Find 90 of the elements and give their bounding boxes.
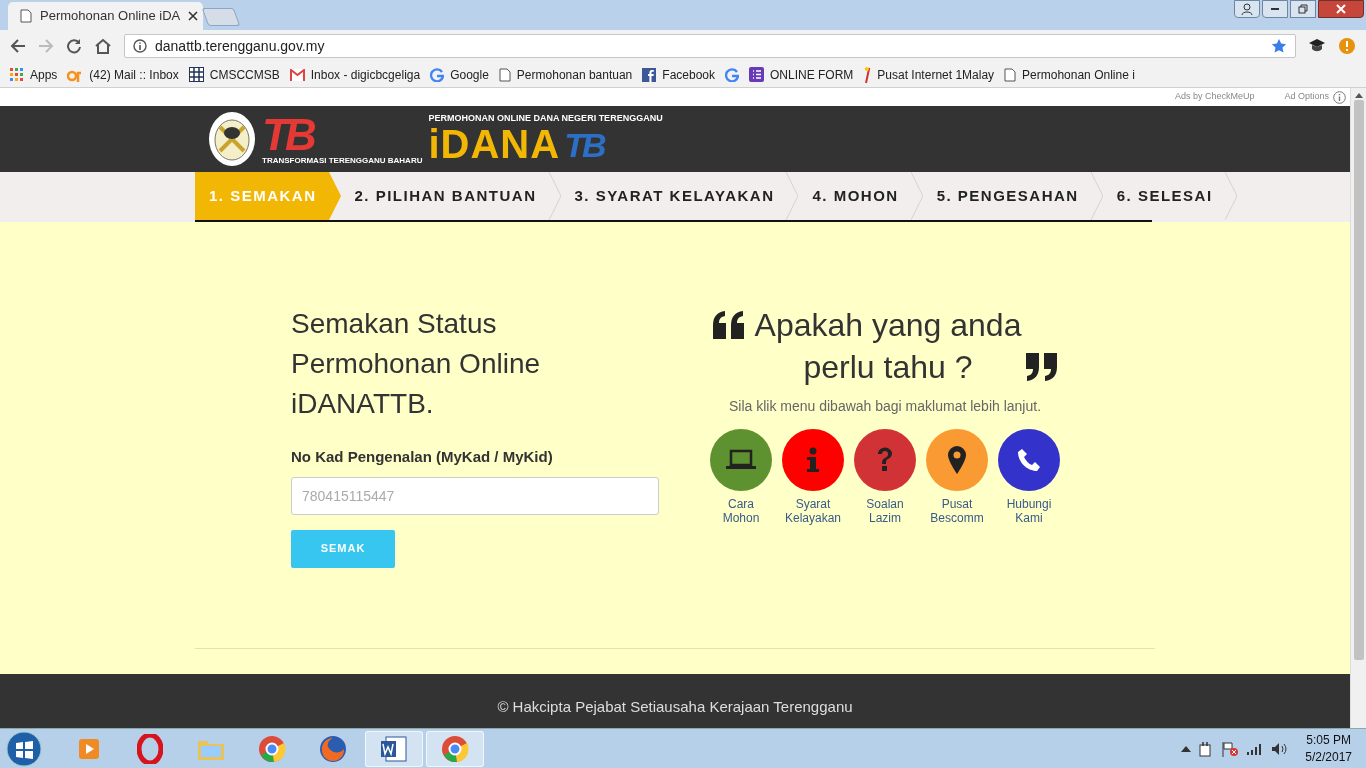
ad-label: Ads by CheckMeUp [1174, 90, 1255, 104]
word-icon[interactable] [365, 730, 423, 767]
star-icon[interactable] [1271, 38, 1287, 54]
site-title: iDANA [428, 122, 561, 165]
signal-icon[interactable] [1247, 742, 1264, 755]
close-icon[interactable] [188, 11, 199, 21]
speaker-icon[interactable] [1271, 741, 1290, 756]
bookmark[interactable]: Permohonan Online i [1004, 65, 1135, 84]
close-icon [1336, 4, 1346, 14]
person-icon [1241, 3, 1253, 15]
id-number-field[interactable]: 780415115447 [291, 476, 659, 515]
step-tab[interactable]: 3. SYARAT KELAYAKAN [560, 172, 787, 220]
open-quote-icon [713, 311, 745, 339]
show-hidden-icons-arrow-icon[interactable] [1181, 745, 1192, 752]
url-text: danattb.terengganu.gov.my [155, 36, 326, 56]
info-icon [805, 447, 821, 473]
form-heading: Semakan Status Permohonan Online iDANATTB. [291, 307, 542, 421]
page-icon [20, 9, 32, 23]
bookmark[interactable]: Inbox - digicbcgeliga [289, 65, 421, 84]
bookmark[interactable]: Pusat Internet 1Malay [863, 65, 995, 84]
map-pin-icon [948, 446, 966, 474]
menu-link[interactable]: Hubungi Kami [997, 429, 1061, 525]
clock[interactable]: 5:05 PM 5/2/2017 [1305, 731, 1352, 766]
laptop-icon [726, 449, 756, 471]
copyright-text: © Hakcipta Pejabat Setiausaha Kerajaan Terengganu [497, 697, 853, 716]
apps-icon [10, 67, 24, 82]
step-tab[interactable]: 2. PILIHAN BANTUAN [340, 172, 549, 220]
info-icon[interactable] [1333, 90, 1346, 104]
field-label: No Kad Pengenalan (MyKad / MyKid) [291, 447, 554, 467]
menu-link[interactable]: Cara Mohon [709, 429, 773, 525]
bookmark[interactable]: Facebook [642, 65, 715, 84]
step-chevron-icon [786, 172, 799, 220]
flag-icon [863, 66, 872, 83]
power-plug-icon[interactable] [1199, 740, 1214, 757]
ad-options-link[interactable]: Ad Options [1284, 90, 1329, 104]
browser-tab[interactable]: Permohonan Online iDA [8, 2, 203, 30]
google-icon [430, 67, 445, 82]
restore-button[interactable] [1290, 0, 1316, 18]
step-tab[interactable]: 6. SELESAI [1102, 172, 1225, 220]
gmail-icon [289, 68, 305, 81]
info-heading: Apakah yang anda perlu tahu ? [753, 306, 1023, 387]
graduation-cap-icon[interactable] [1308, 38, 1326, 54]
step-chevron-icon [1224, 172, 1237, 220]
logo-mark: TB [262, 113, 313, 157]
bookmark[interactable]: Apps [10, 65, 58, 84]
logo-tagline: TRANSFORMASI TERENGGANU BAHARU [262, 157, 423, 165]
bookmark[interactable]: CMSCCMSB [188, 65, 280, 84]
facebook-icon [642, 67, 657, 82]
crest-emblem [208, 111, 256, 167]
info-icon [133, 39, 147, 53]
close-quote-icon [1025, 353, 1057, 381]
scrollbar-thumb[interactable] [1353, 100, 1364, 660]
step-tab[interactable]: 5. PENGESAHAN [922, 172, 1091, 220]
minimize-icon [1271, 8, 1279, 10]
google-icon[interactable] [725, 67, 739, 82]
phone-icon [1017, 448, 1041, 472]
bookmark[interactable]: Google [430, 65, 489, 84]
step-tab[interactable]: 4. MOHON [798, 172, 911, 220]
menu-link[interactable]: Pusat Bescomm [925, 429, 989, 525]
step-chevron-icon [910, 172, 923, 220]
question-mark-icon [876, 447, 894, 473]
page-icon [1004, 67, 1017, 82]
start-button[interactable] [6, 730, 42, 767]
reload-icon[interactable] [66, 38, 82, 54]
page-icon [498, 67, 511, 82]
menu-link[interactable]: Syarat Kelayakan [781, 429, 845, 525]
profile-button[interactable] [1234, 0, 1260, 18]
info-subtitle: Sila klik menu dibawah bagi maklumat lebih lanjut. [728, 397, 1042, 416]
minimize-button[interactable] [1262, 0, 1288, 18]
step-chevron-icon [1090, 172, 1103, 220]
bookmark[interactable]: (42) Mail :: Inbox [67, 65, 179, 84]
title-mark: TB [564, 124, 604, 165]
bookmark[interactable]: ONLINE FORM [749, 65, 854, 84]
form-icon [749, 67, 764, 82]
menu-link[interactable]: Soalan Lazim [853, 429, 917, 525]
scrollbar[interactable] [1350, 88, 1366, 728]
scroll-up-arrow-icon[interactable] [1354, 93, 1363, 98]
restore-icon [1298, 4, 1308, 14]
back-icon[interactable] [10, 38, 26, 54]
home-icon[interactable] [94, 38, 112, 54]
tab-title: Permohonan Online iDA [40, 7, 181, 26]
step-chevron-icon [328, 172, 341, 220]
chrome-icon[interactable] [426, 730, 484, 767]
flag-icon[interactable] [1221, 740, 1240, 757]
address-bar[interactable]: danattb.terengganu.gov.my [124, 34, 1296, 58]
close-window-button[interactable] [1318, 0, 1364, 18]
site-subtitle: PERMOHONAN ONLINE DANA NEGERI TERENGGANU [428, 113, 663, 123]
step-chevron-icon [548, 172, 561, 220]
bookmark[interactable]: Permohonan bantuan [498, 65, 633, 84]
grid-icon [188, 67, 204, 82]
